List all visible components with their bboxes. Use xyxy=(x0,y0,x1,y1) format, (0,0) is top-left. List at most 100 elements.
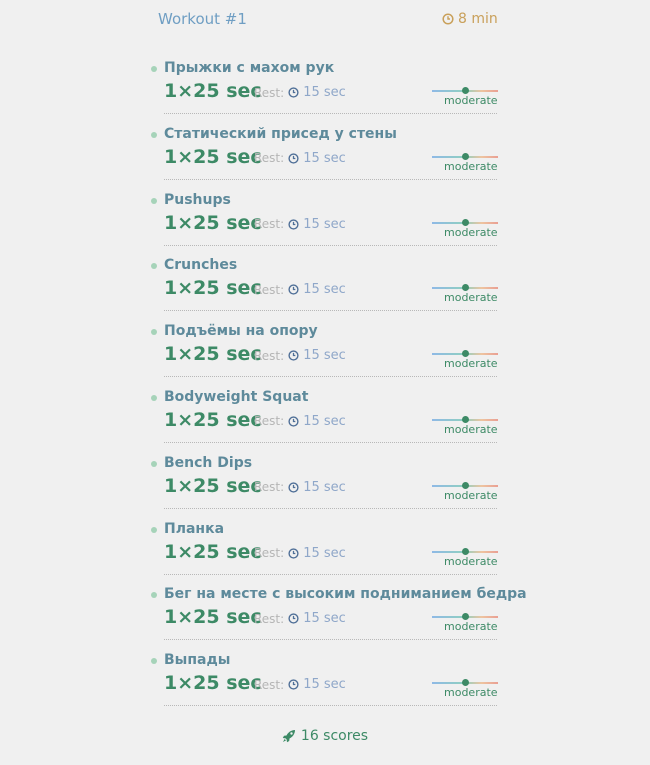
rest-label: Rest: xyxy=(254,217,285,232)
exercise-item[interactable]: Бег на месте с высоким подниманием бедра… xyxy=(0,583,650,649)
divider xyxy=(164,113,497,114)
rest-info: Rest: 15 sec xyxy=(254,546,346,561)
divider xyxy=(164,376,497,378)
rest-info: Rest: 15 sec xyxy=(254,480,346,495)
exercise-name: Bench Dips xyxy=(164,454,253,471)
intensity-indicator: moderate xyxy=(432,613,498,634)
rest-label: Rest: xyxy=(254,414,285,429)
intensity-label: moderate xyxy=(444,291,498,305)
rest-info: Rest: 15 sec xyxy=(254,348,346,363)
intensity-knob xyxy=(462,481,469,489)
rest-label: Rest: xyxy=(254,348,285,363)
intensity-knob xyxy=(462,284,469,292)
rest-value: 15 sec xyxy=(303,150,346,166)
exercise-item[interactable]: Статический присед у стены 1×25 sec Rest… xyxy=(0,123,650,189)
rest-info: Rest: 15 sec xyxy=(254,677,346,692)
exercise-name: Статический присед у стены xyxy=(164,125,397,142)
clock-icon xyxy=(288,482,299,493)
intensity-label: moderate xyxy=(444,422,498,436)
exercise-item[interactable]: Bench Dips 1×25 sec Rest: 15 sec moderat… xyxy=(0,452,650,518)
rest-info: Rest: 15 sec xyxy=(254,282,346,297)
divider xyxy=(164,639,497,641)
intensity-label: moderate xyxy=(444,554,498,568)
workout-duration: 8 min xyxy=(442,11,498,27)
exercise-item[interactable]: Планка 1×25 sec Rest: 15 sec moderate xyxy=(0,518,650,584)
intensity-indicator: moderate xyxy=(432,481,498,503)
divider xyxy=(164,441,497,443)
scores-count: 16 scores xyxy=(300,728,369,744)
intensity-knob xyxy=(462,87,469,94)
rest-label: Rest: xyxy=(254,677,285,692)
clock-icon xyxy=(288,87,299,98)
bullet-dot-icon xyxy=(151,526,157,533)
intensity-knob xyxy=(462,218,469,226)
exercise-name: Прыжки с махом рук xyxy=(164,60,335,76)
exercise-item[interactable]: Выпады 1×25 sec Rest: 15 sec moderate xyxy=(0,649,650,715)
rest-value: 15 sec xyxy=(303,282,346,298)
workout-header: Workout #1 8 min xyxy=(0,0,650,40)
divider xyxy=(164,573,497,575)
bullet-dot-icon xyxy=(151,131,157,138)
bullet-dot-icon xyxy=(151,263,157,270)
exercise-item[interactable]: Bodyweight Squat 1×25 sec Rest: 15 sec m… xyxy=(0,386,650,452)
divider xyxy=(164,507,497,509)
exercise-sets: 1×25 sec xyxy=(164,408,262,431)
exercise-item[interactable]: Прыжки с махом рук 1×25 sec Rest: 15 sec… xyxy=(0,57,650,123)
exercise-item[interactable]: Pushups 1×25 sec Rest: 15 sec moderate xyxy=(0,189,650,255)
workout-title: Workout #1 xyxy=(158,10,247,28)
rest-info: Rest: 15 sec xyxy=(254,217,346,232)
intensity-label: moderate xyxy=(444,225,498,239)
clock-icon xyxy=(288,416,299,427)
intensity-indicator: moderate xyxy=(432,547,498,569)
rocket-icon xyxy=(282,730,295,743)
intensity-label: moderate xyxy=(444,620,498,634)
clock-icon xyxy=(288,284,299,295)
scores-footer[interactable]: 16 scores xyxy=(0,728,650,744)
clock-icon xyxy=(442,13,454,25)
rest-info: Rest: 15 sec xyxy=(254,414,346,429)
rest-info: Rest: 15 sec xyxy=(254,85,346,100)
intensity-label: moderate xyxy=(444,357,498,371)
divider xyxy=(164,705,497,707)
intensity-knob xyxy=(462,350,469,358)
bullet-dot-icon xyxy=(151,460,157,467)
rest-label: Rest: xyxy=(254,546,285,561)
bullet-dot-icon xyxy=(151,658,157,665)
exercise-name: Bodyweight Squat xyxy=(164,388,309,405)
duration-value: 8 min xyxy=(458,11,498,27)
clock-icon xyxy=(288,613,299,624)
intensity-knob xyxy=(462,152,469,160)
clock-icon xyxy=(288,679,299,690)
intensity-knob xyxy=(462,613,469,621)
intensity-indicator: moderate xyxy=(432,350,498,371)
intensity-label: moderate xyxy=(444,94,498,107)
exercise-sets: 1×25 sec xyxy=(164,672,262,695)
rest-value: 15 sec xyxy=(303,611,346,627)
bullet-dot-icon xyxy=(151,66,157,72)
clock-icon xyxy=(288,219,299,230)
intensity-knob xyxy=(462,415,469,423)
rest-value: 15 sec xyxy=(303,413,346,429)
divider xyxy=(164,310,497,312)
exercise-name: Планка xyxy=(164,520,225,537)
exercise-list: Прыжки с махом рук 1×25 sec Rest: 15 sec… xyxy=(0,57,650,715)
intensity-indicator: moderate xyxy=(432,87,498,108)
bullet-dot-icon xyxy=(151,592,157,599)
exercise-name: Выпады xyxy=(164,652,231,669)
rest-info: Rest: 15 sec xyxy=(254,611,346,626)
rest-label: Rest: xyxy=(254,282,285,297)
intensity-indicator: moderate xyxy=(432,415,498,437)
intensity-indicator: moderate xyxy=(432,218,498,240)
rest-value: 15 sec xyxy=(303,545,346,561)
intensity-indicator: moderate xyxy=(432,284,498,305)
clock-icon xyxy=(288,350,299,361)
clock-icon xyxy=(288,153,299,164)
divider xyxy=(164,244,497,246)
rest-label: Rest: xyxy=(254,151,285,166)
intensity-knob xyxy=(462,547,469,555)
exercise-item[interactable]: Подъёмы на опору 1×25 sec Rest: 15 sec m… xyxy=(0,320,650,386)
bullet-dot-icon xyxy=(151,394,157,401)
exercise-sets: 1×25 sec xyxy=(164,474,262,497)
clock-icon xyxy=(288,547,299,559)
exercise-item[interactable]: Crunches 1×25 sec Rest: 15 sec moderate xyxy=(0,254,650,320)
